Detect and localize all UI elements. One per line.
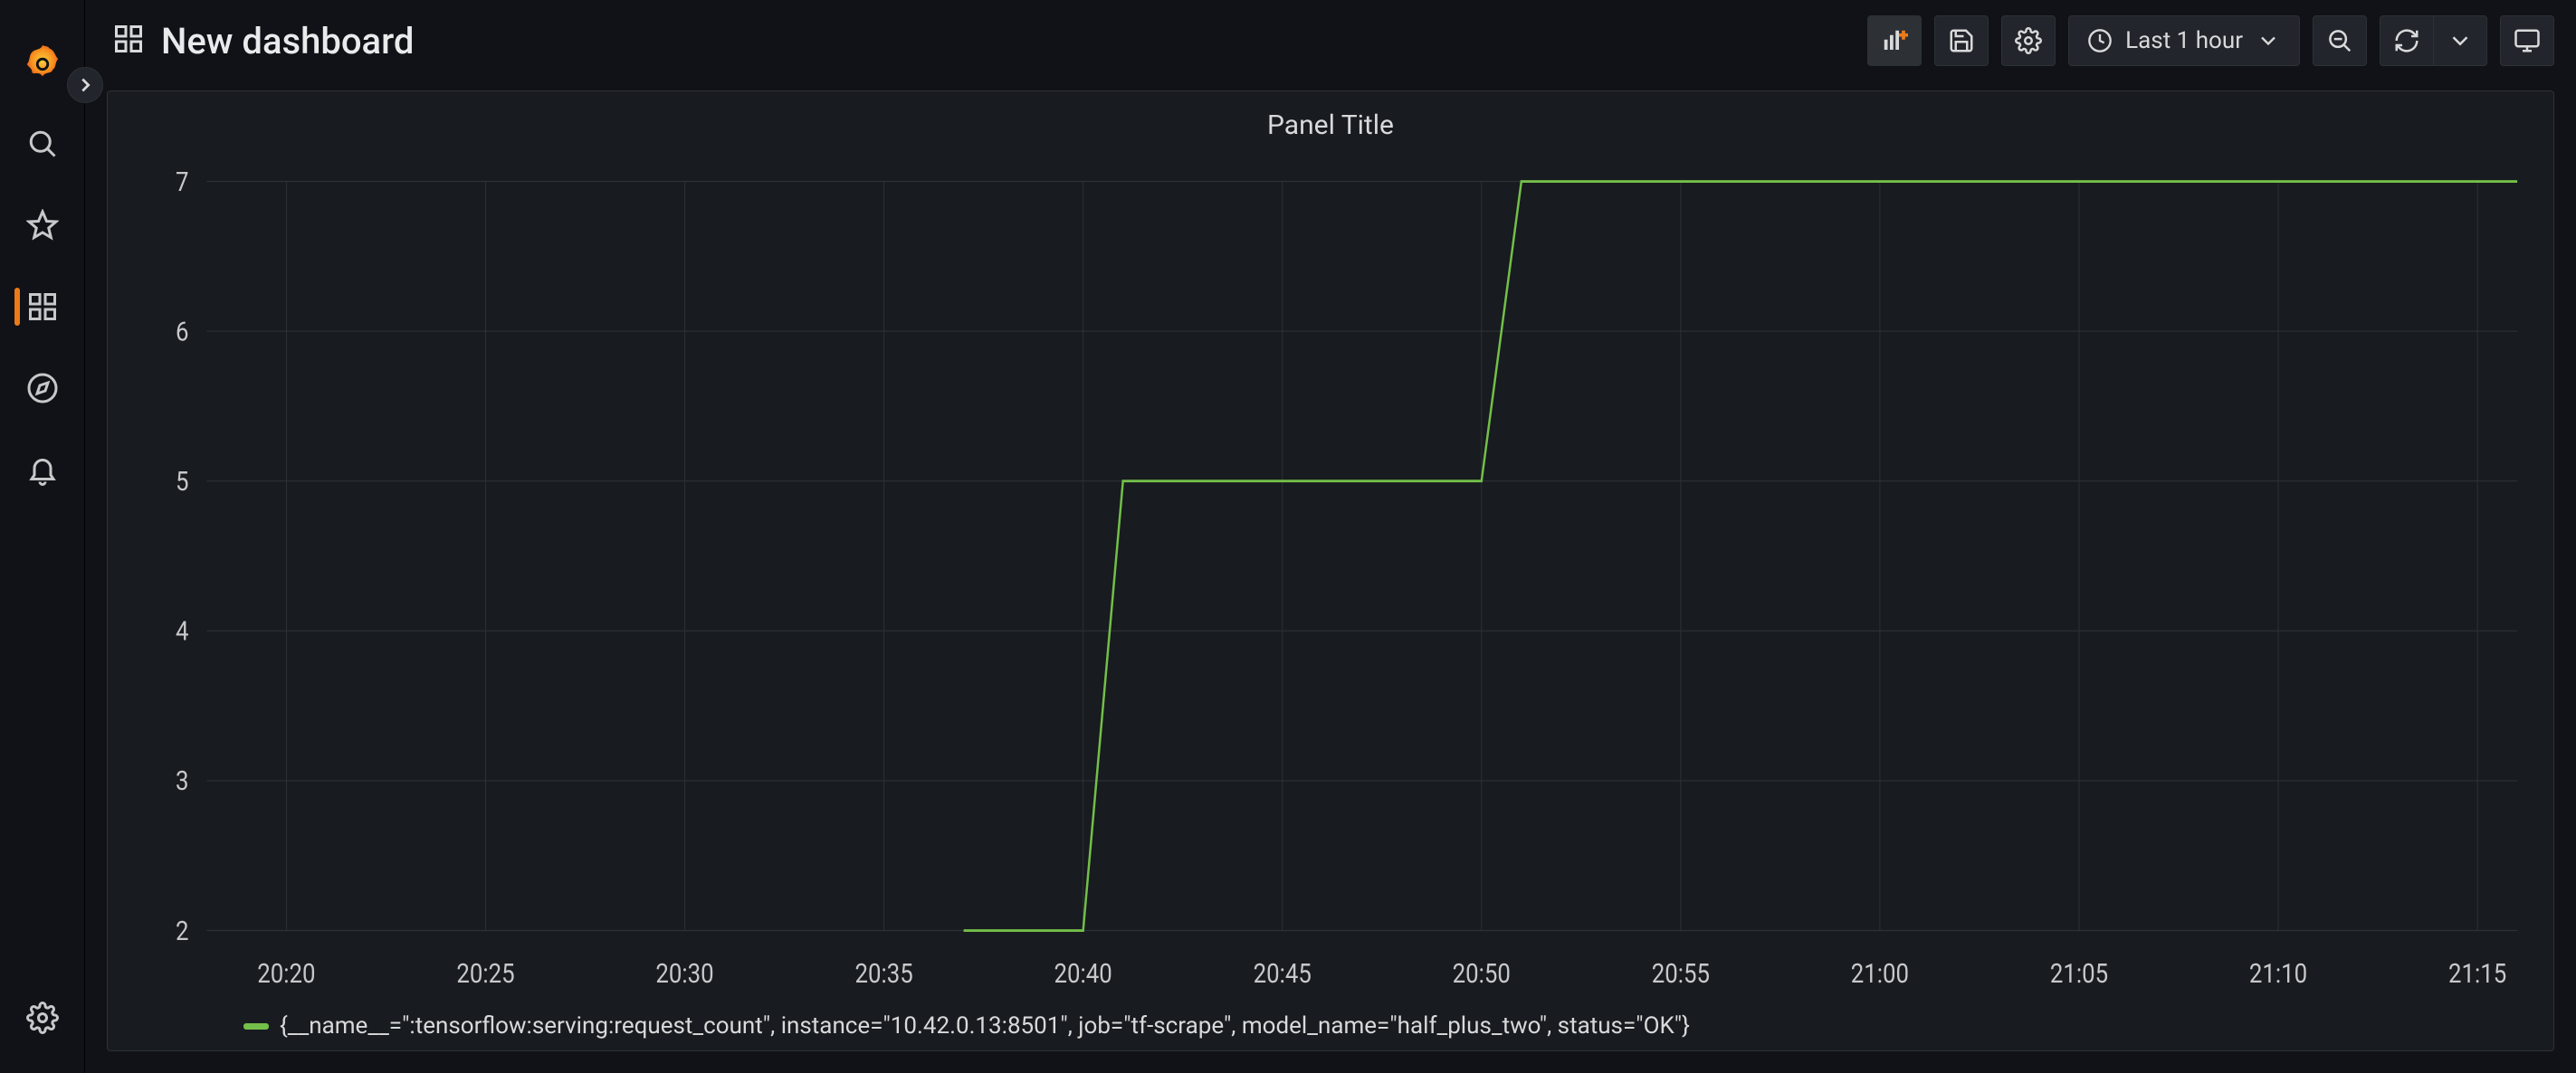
expand-sidebar-handle[interactable] <box>67 67 103 103</box>
refresh-group <box>2380 15 2487 66</box>
svg-text:21:00: 21:00 <box>1851 957 1909 989</box>
add-panel-icon <box>1881 27 1908 54</box>
svg-text:20:20: 20:20 <box>257 957 315 989</box>
sidebar-explore[interactable] <box>0 347 85 429</box>
chevron-down-icon <box>2447 27 2474 54</box>
chevron-down-icon <box>2256 28 2281 53</box>
refresh-interval-button[interactable] <box>2433 15 2487 66</box>
main-area: New dashboard Last 1 hour <box>85 0 2576 1073</box>
sidebar-dashboards[interactable] <box>0 266 85 347</box>
svg-text:20:35: 20:35 <box>854 957 912 989</box>
svg-text:20:55: 20:55 <box>1652 957 1710 989</box>
svg-text:21:10: 21:10 <box>2249 957 2307 989</box>
search-icon <box>26 128 59 160</box>
svg-text:20:50: 20:50 <box>1453 957 1511 989</box>
legend-swatch <box>243 1023 269 1030</box>
panel: Panel Title 2 3 4 5 6 7 20:20 20:25 20:30 20:35 20… <box>107 90 2554 1051</box>
add-panel-button[interactable] <box>1867 15 1922 66</box>
cycle-view-mode-button[interactable] <box>2500 15 2554 66</box>
sidebar-settings[interactable] <box>0 977 85 1059</box>
refresh-icon <box>2393 27 2420 54</box>
grafana-logo-icon <box>22 42 63 83</box>
time-range-label: Last 1 hour <box>2125 27 2243 54</box>
svg-text:20:30: 20:30 <box>655 957 713 989</box>
chevron-right-icon <box>75 75 95 95</box>
zoom-out-icon <box>2326 27 2353 54</box>
svg-text:21:05: 21:05 <box>2050 957 2108 989</box>
bell-icon <box>26 453 59 486</box>
gear-icon <box>2015 27 2042 54</box>
monitor-icon <box>2514 27 2541 54</box>
gear-icon <box>26 1002 59 1034</box>
chart-plot-area[interactable]: 2 3 4 5 6 7 20:20 20:25 20:30 20:35 20:40 20:45 20:5… <box>126 150 2535 1003</box>
toolbar: New dashboard Last 1 hour <box>85 0 2576 81</box>
chart-legend[interactable]: {__name__=":tensorflow:serving:request_c… <box>126 1003 2535 1040</box>
title-group[interactable]: New dashboard <box>112 20 1855 62</box>
svg-text:20:45: 20:45 <box>1254 957 1312 989</box>
svg-text:20:40: 20:40 <box>1054 957 1112 989</box>
dashboard-settings-button[interactable] <box>2001 15 2056 66</box>
save-dashboard-button[interactable] <box>1934 15 1989 66</box>
svg-text:21:15: 21:15 <box>2448 957 2506 989</box>
legend-label: {__name__=":tensorflow:serving:request_c… <box>280 1012 1690 1040</box>
sidebar <box>0 0 85 1073</box>
clock-icon <box>2087 28 2113 53</box>
dashboards-icon <box>26 290 59 323</box>
compass-icon <box>26 372 59 404</box>
time-range-picker[interactable]: Last 1 hour <box>2068 15 2300 66</box>
chart-svg: 2 3 4 5 6 7 20:20 20:25 20:30 20:35 20:40 20:45 20:5… <box>126 150 2535 1003</box>
dashboard-title: New dashboard <box>161 20 414 62</box>
svg-text:2: 2 <box>176 915 189 946</box>
svg-text:4: 4 <box>176 615 189 647</box>
svg-text:3: 3 <box>176 764 189 796</box>
svg-text:20:25: 20:25 <box>456 957 514 989</box>
svg-text:7: 7 <box>176 166 189 197</box>
zoom-out-button[interactable] <box>2313 15 2367 66</box>
sidebar-alerting[interactable] <box>0 429 85 510</box>
sidebar-search[interactable] <box>0 103 85 185</box>
save-icon <box>1948 27 1975 54</box>
star-icon <box>26 209 59 242</box>
svg-text:6: 6 <box>176 316 189 347</box>
panel-title[interactable]: Panel Title <box>126 104 2535 150</box>
refresh-button[interactable] <box>2380 15 2433 66</box>
dashboard-grid-icon <box>112 23 145 59</box>
sidebar-starred[interactable] <box>0 185 85 266</box>
svg-text:5: 5 <box>176 465 189 497</box>
